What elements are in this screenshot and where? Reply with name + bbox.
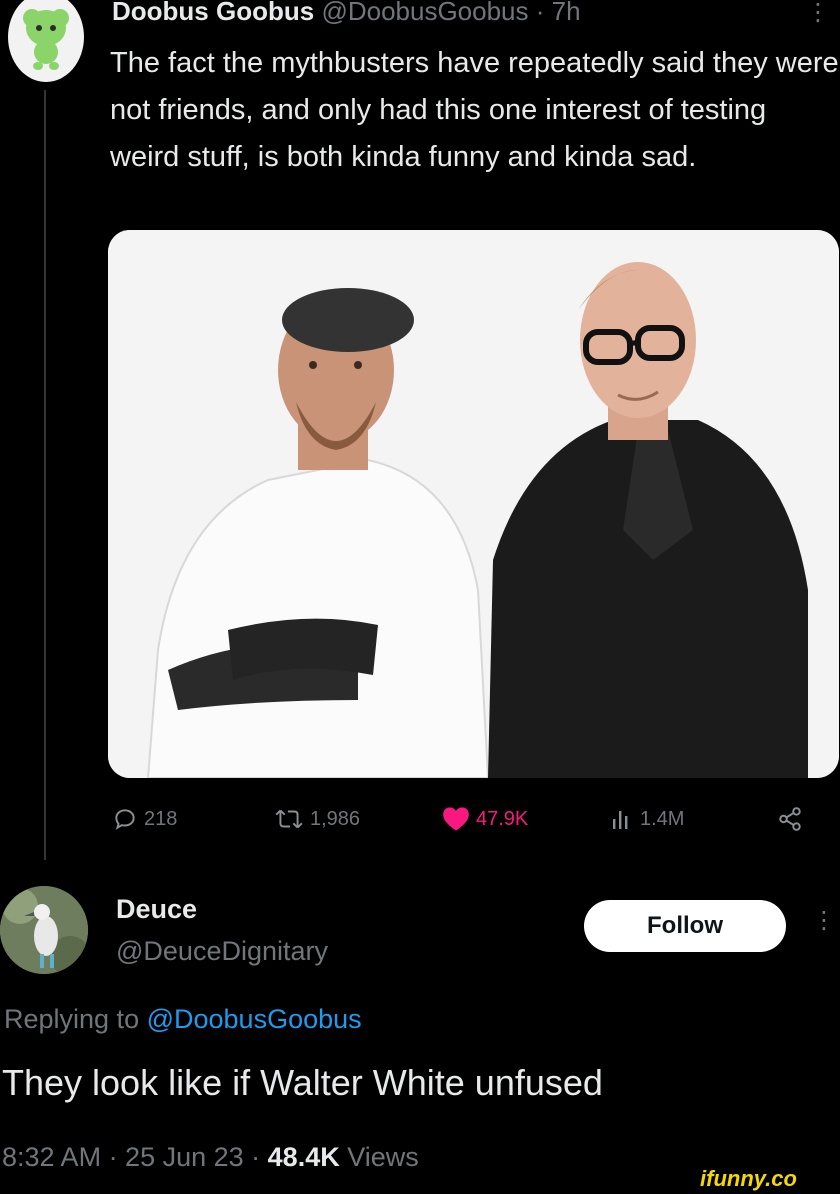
bird-photo-icon [0, 886, 88, 974]
reply-views-label: Views [339, 1142, 419, 1172]
reply-views-count: 48.4K [267, 1142, 340, 1172]
retweet-icon [275, 809, 303, 829]
tweet-media-photo[interactable] [108, 230, 839, 778]
reply-author-name[interactable]: Deuce [116, 894, 197, 925]
two-men-photo [108, 230, 839, 778]
reply-count: 218 [144, 807, 178, 830]
retweet-count: 1,986 [310, 807, 361, 830]
reply-icon [115, 809, 135, 830]
tweet-action-bar: 218 1,986 47.9K 1.4M [112, 806, 822, 842]
retweet-action[interactable]: 1,986 [274, 806, 360, 832]
views-count: 1.4M [640, 807, 685, 830]
thread-line [44, 90, 46, 860]
replying-to-mention[interactable]: @DoobusGoobus [147, 1004, 362, 1034]
author-name[interactable]: Doobus Goobus [112, 0, 314, 26]
like-action[interactable]: 47.9K [442, 806, 528, 832]
heart-filled-icon [443, 807, 469, 831]
reply-author-avatar[interactable] [0, 886, 88, 974]
ifunny-watermark: ifunny.co [700, 1166, 797, 1191]
replying-to-line: Replying to @DoobusGoobus [4, 1004, 362, 1035]
reply-meta: 8:32 AM · 25 Jun 23 · 48.4K Views [2, 1142, 419, 1173]
author-handle[interactable]: @DoobusGoobus [321, 0, 528, 26]
bar-chart-icon [613, 811, 628, 829]
more-vertical-icon[interactable]: ⋮ [812, 906, 836, 935]
green-creature-icon [23, 9, 69, 70]
share-icon [779, 807, 801, 831]
like-count: 47.9K [476, 807, 529, 830]
author-avatar[interactable] [8, 0, 84, 82]
follow-button[interactable]: Follow [584, 900, 786, 952]
share-action[interactable] [776, 806, 804, 832]
more-vertical-icon[interactable]: ⋮ [806, 0, 830, 27]
reply-timestamp[interactable]: 8:32 AM · 25 Jun 23 · [2, 1142, 268, 1172]
reply-author-handle[interactable]: @DeuceDignitary [116, 936, 328, 967]
tweet-text: The fact the mythbusters have repeatedly… [110, 47, 839, 173]
reply-action[interactable]: 218 [112, 806, 177, 832]
reply-text: They look like if Walter White unfused [2, 1062, 603, 1103]
views-action[interactable]: 1.4M [610, 806, 684, 832]
replying-to-label: Replying to [4, 1004, 147, 1034]
tweet-header: Doobus Goobus @DoobusGoobus · 7h [112, 0, 581, 27]
tweet-time: · 7h [528, 0, 581, 26]
